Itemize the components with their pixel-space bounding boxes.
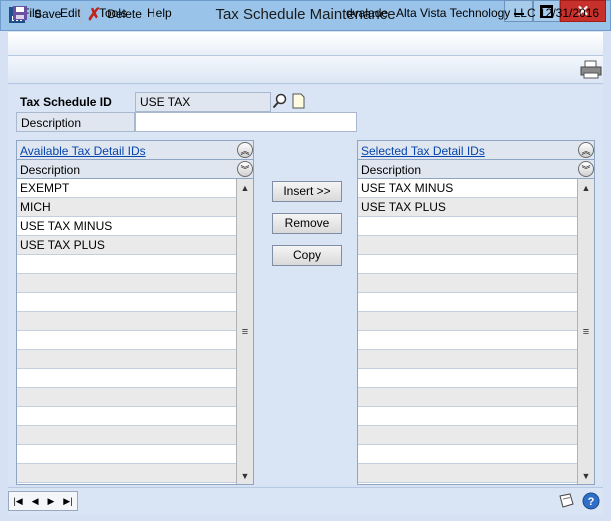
list-item[interactable]: [358, 407, 577, 426]
collapse-up-button[interactable]: ︽: [237, 142, 253, 158]
menu-bar: [8, 32, 603, 56]
menu-edit[interactable]: Edit: [60, 6, 81, 20]
list-item[interactable]: MICH: [17, 198, 236, 217]
svg-text:?: ?: [588, 496, 595, 508]
list-item[interactable]: [358, 388, 577, 407]
list-item[interactable]: [17, 255, 236, 274]
available-list: EXEMPT MICH USE TAX MINUS USE TAX PLUS: [17, 179, 236, 483]
lookup-button[interactable]: [271, 92, 289, 112]
list-item[interactable]: [358, 236, 577, 255]
list-item[interactable]: [358, 312, 577, 331]
list-item[interactable]: EXEMPT: [17, 179, 236, 198]
expand-down-button[interactable]: ︾: [578, 161, 594, 177]
description-label: Description: [16, 112, 135, 132]
list-item[interactable]: [358, 293, 577, 312]
magnifier-icon: [272, 93, 288, 112]
delete-label: Delete: [107, 7, 142, 21]
collapse-up-button[interactable]: ︽: [578, 142, 594, 158]
description-field[interactable]: [135, 112, 357, 132]
first-record-icon[interactable]: |◀: [13, 496, 22, 507]
scroll-down-icon[interactable]: ▼: [237, 467, 253, 484]
previous-record-icon[interactable]: ◀: [32, 496, 39, 507]
user-date: 12/31/2016: [539, 6, 600, 20]
help-icon[interactable]: ?: [582, 492, 600, 510]
list-item[interactable]: [17, 350, 236, 369]
list-item[interactable]: [358, 350, 577, 369]
list-item[interactable]: [17, 464, 236, 483]
insert-button[interactable]: Insert >>: [272, 181, 342, 202]
list-item[interactable]: USE TAX PLUS: [358, 198, 577, 217]
list-item[interactable]: [17, 274, 236, 293]
delete-icon: ✗: [87, 4, 102, 24]
list-item[interactable]: [358, 369, 577, 388]
list-item[interactable]: USE TAX MINUS: [358, 179, 577, 198]
note-icon: [292, 93, 305, 112]
delete-button[interactable]: ✗ Delete: [87, 4, 142, 24]
scroll-thumb-grip-icon[interactable]: ≡: [237, 323, 253, 340]
selected-column-description: Description: [361, 163, 422, 177]
scroll-up-icon[interactable]: ▲: [578, 179, 594, 196]
toolbar: [8, 56, 603, 84]
list-item[interactable]: [17, 445, 236, 464]
available-scrollbar[interactable]: ▲ ≡ ▼: [236, 179, 253, 484]
remove-button[interactable]: Remove: [272, 213, 342, 234]
double-chevron-up-icon: ︽: [581, 145, 591, 156]
double-chevron-down-icon: ︾: [240, 164, 250, 175]
tax-schedule-id-field[interactable]: USE TAX: [135, 92, 271, 112]
list-item[interactable]: [358, 426, 577, 445]
list-item[interactable]: [17, 369, 236, 388]
printer-icon[interactable]: [580, 60, 602, 80]
list-item[interactable]: [17, 312, 236, 331]
selected-tax-detail-ids-link[interactable]: Selected Tax Detail IDs: [361, 144, 485, 158]
status-bar: [8, 487, 603, 515]
note-icon[interactable]: [558, 493, 576, 509]
expand-down-button[interactable]: ︾: [237, 161, 253, 177]
next-record-icon[interactable]: ▶: [47, 496, 54, 507]
list-item[interactable]: [358, 217, 577, 236]
new-note-button[interactable]: [290, 92, 306, 112]
list-item[interactable]: [358, 331, 577, 350]
record-navigator: |◀ ◀ ▶ ▶|: [8, 491, 78, 511]
menu-help[interactable]: Help: [147, 6, 172, 20]
company-name: Alta Vista Technology LLC: [396, 6, 536, 20]
save-icon: [12, 5, 28, 24]
selected-list: USE TAX MINUS USE TAX PLUS: [358, 179, 577, 483]
list-item[interactable]: [358, 464, 577, 483]
save-button[interactable]: Save: [12, 4, 61, 24]
tax-schedule-id-label: Tax Schedule ID: [20, 95, 112, 109]
scroll-down-icon[interactable]: ▼: [578, 467, 594, 484]
available-tax-detail-ids-link[interactable]: Available Tax Detail IDs: [20, 144, 146, 158]
scroll-thumb-grip-icon[interactable]: ≡: [578, 323, 594, 340]
list-item[interactable]: USE TAX MINUS: [17, 217, 236, 236]
list-item[interactable]: [17, 426, 236, 445]
double-chevron-up-icon: ︽: [240, 145, 250, 156]
list-item[interactable]: [17, 388, 236, 407]
list-item[interactable]: [17, 331, 236, 350]
list-item[interactable]: [358, 274, 577, 293]
toolbar-separator: [80, 4, 81, 24]
scroll-up-icon[interactable]: ▲: [237, 179, 253, 196]
list-item[interactable]: [358, 445, 577, 464]
selected-scrollbar[interactable]: ▲ ≡ ▼: [577, 179, 594, 484]
available-column-description: Description: [20, 163, 81, 177]
user-name: dvalade: [346, 6, 389, 20]
copy-button[interactable]: Copy: [272, 245, 342, 266]
list-item[interactable]: [17, 407, 236, 426]
list-item[interactable]: USE TAX PLUS: [17, 236, 236, 255]
toolbar-separator: [154, 4, 155, 24]
list-item[interactable]: [358, 255, 577, 274]
list-item[interactable]: [17, 293, 236, 312]
save-label: Save: [34, 7, 62, 21]
double-chevron-down-icon: ︾: [581, 164, 591, 175]
last-record-icon[interactable]: ▶|: [63, 496, 72, 507]
